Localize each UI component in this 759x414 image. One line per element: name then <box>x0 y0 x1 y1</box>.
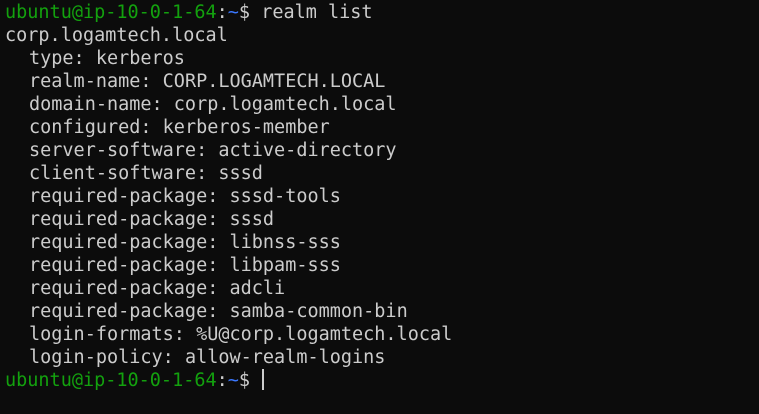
property-key: required-package: <box>29 232 219 253</box>
property-value: libpam-sss <box>229 255 341 276</box>
property-key: required-package: <box>29 278 219 299</box>
property-key: required-package: <box>29 255 219 276</box>
property-key: login-formats: <box>29 324 185 345</box>
property-value: sssd <box>218 163 263 184</box>
property-key: type: <box>29 48 85 69</box>
property-line: required-package: adcli <box>5 277 759 300</box>
property-line: configured: kerberos-member <box>5 116 759 139</box>
realm-name-line: corp.logamtech.local <box>5 25 228 46</box>
prompt-path: ~ <box>227 2 239 23</box>
property-value: adcli <box>229 278 286 299</box>
property-key: domain-name: <box>29 94 163 115</box>
prompt-symbol: $ <box>238 370 262 391</box>
property-value: CORP.LOGAMTECH.LOCAL <box>162 71 386 92</box>
property-key: required-package: <box>29 301 219 322</box>
property-value: active-directory <box>218 140 397 161</box>
property-value: libnss-sss <box>229 232 341 253</box>
terminal-window[interactable]: ubuntu@ip-10-0-1-64:~$ realm list corp.l… <box>0 0 759 414</box>
property-key: client-software: <box>29 163 208 184</box>
property-value: samba-common-bin <box>229 301 408 322</box>
property-line: type: kerberos <box>5 47 759 70</box>
property-line: client-software: sssd <box>5 162 759 185</box>
property-value: sssd <box>229 209 275 230</box>
property-line: required-package: libnss-sss <box>5 231 759 254</box>
prompt-path: ~ <box>227 370 239 391</box>
property-key: realm-name: <box>29 71 152 92</box>
property-value: kerberos <box>95 48 185 69</box>
prompt-separator: : <box>216 370 228 391</box>
text-cursor[interactable] <box>262 369 265 390</box>
input-prompt-line[interactable]: ubuntu@ip-10-0-1-64:~$ <box>5 369 759 392</box>
property-key: required-package: <box>29 209 219 230</box>
command-line: ubuntu@ip-10-0-1-64:~$ realm list <box>5 1 759 24</box>
command-text: realm list <box>261 2 373 23</box>
property-value: corp.logamtech.local <box>173 94 397 115</box>
prompt-user-host: ubuntu@ip-10-0-1-64 <box>5 2 217 23</box>
property-key: login-policy: <box>29 347 174 368</box>
property-value: allow-realm-logins <box>184 347 386 368</box>
property-key: configured: <box>29 117 152 138</box>
property-line: required-package: samba-common-bin <box>5 300 759 323</box>
property-value: %U@corp.logamtech.local <box>196 324 453 345</box>
property-key: required-package: <box>29 186 219 207</box>
property-value: sssd-tools <box>229 186 341 207</box>
property-line: login-formats: %U@corp.logamtech.local <box>5 323 759 346</box>
property-line: login-policy: allow-realm-logins <box>5 346 759 369</box>
property-line: required-package: sssd-tools <box>5 185 759 208</box>
property-line: server-software: active-directory <box>5 139 759 162</box>
prompt-user-host: ubuntu@ip-10-0-1-64 <box>5 370 217 391</box>
property-line: domain-name: corp.logamtech.local <box>5 93 759 116</box>
property-line: required-package: libpam-sss <box>5 254 759 277</box>
property-key: server-software: <box>29 140 208 161</box>
prompt-symbol: $ <box>238 2 262 23</box>
property-line: realm-name: CORP.LOGAMTECH.LOCAL <box>5 70 759 93</box>
property-line: required-package: sssd <box>5 208 759 231</box>
property-value: kerberos-member <box>162 117 330 138</box>
prompt-separator: : <box>216 2 228 23</box>
